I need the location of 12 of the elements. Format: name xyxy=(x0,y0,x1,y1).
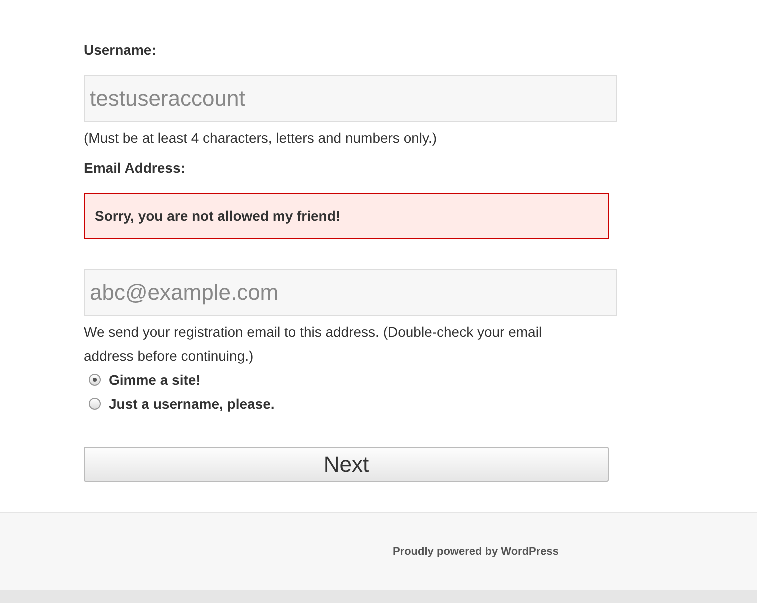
radio-label[interactable]: Just a username, please. xyxy=(109,396,275,412)
field-hint: (Must be at least 4 characters, letters and numbers only.) xyxy=(84,129,438,148)
field-label: Username: xyxy=(84,42,158,58)
radio-button[interactable] xyxy=(89,374,101,386)
field-label: Email Address: xyxy=(84,160,186,176)
error-message: Sorry, you are not allowed my friend! xyxy=(84,193,609,239)
footer-text: Proudly powered by WordPress xyxy=(392,546,560,558)
radio-label[interactable]: Gimme a site! xyxy=(109,372,201,388)
next-button[interactable]: Next xyxy=(84,447,609,482)
field-hint: We send your registration email to this address. (Double-check your email address before continuing.) xyxy=(84,323,544,366)
radio-button[interactable] xyxy=(89,398,101,410)
email-field[interactable]: abc@example.com xyxy=(84,269,617,316)
